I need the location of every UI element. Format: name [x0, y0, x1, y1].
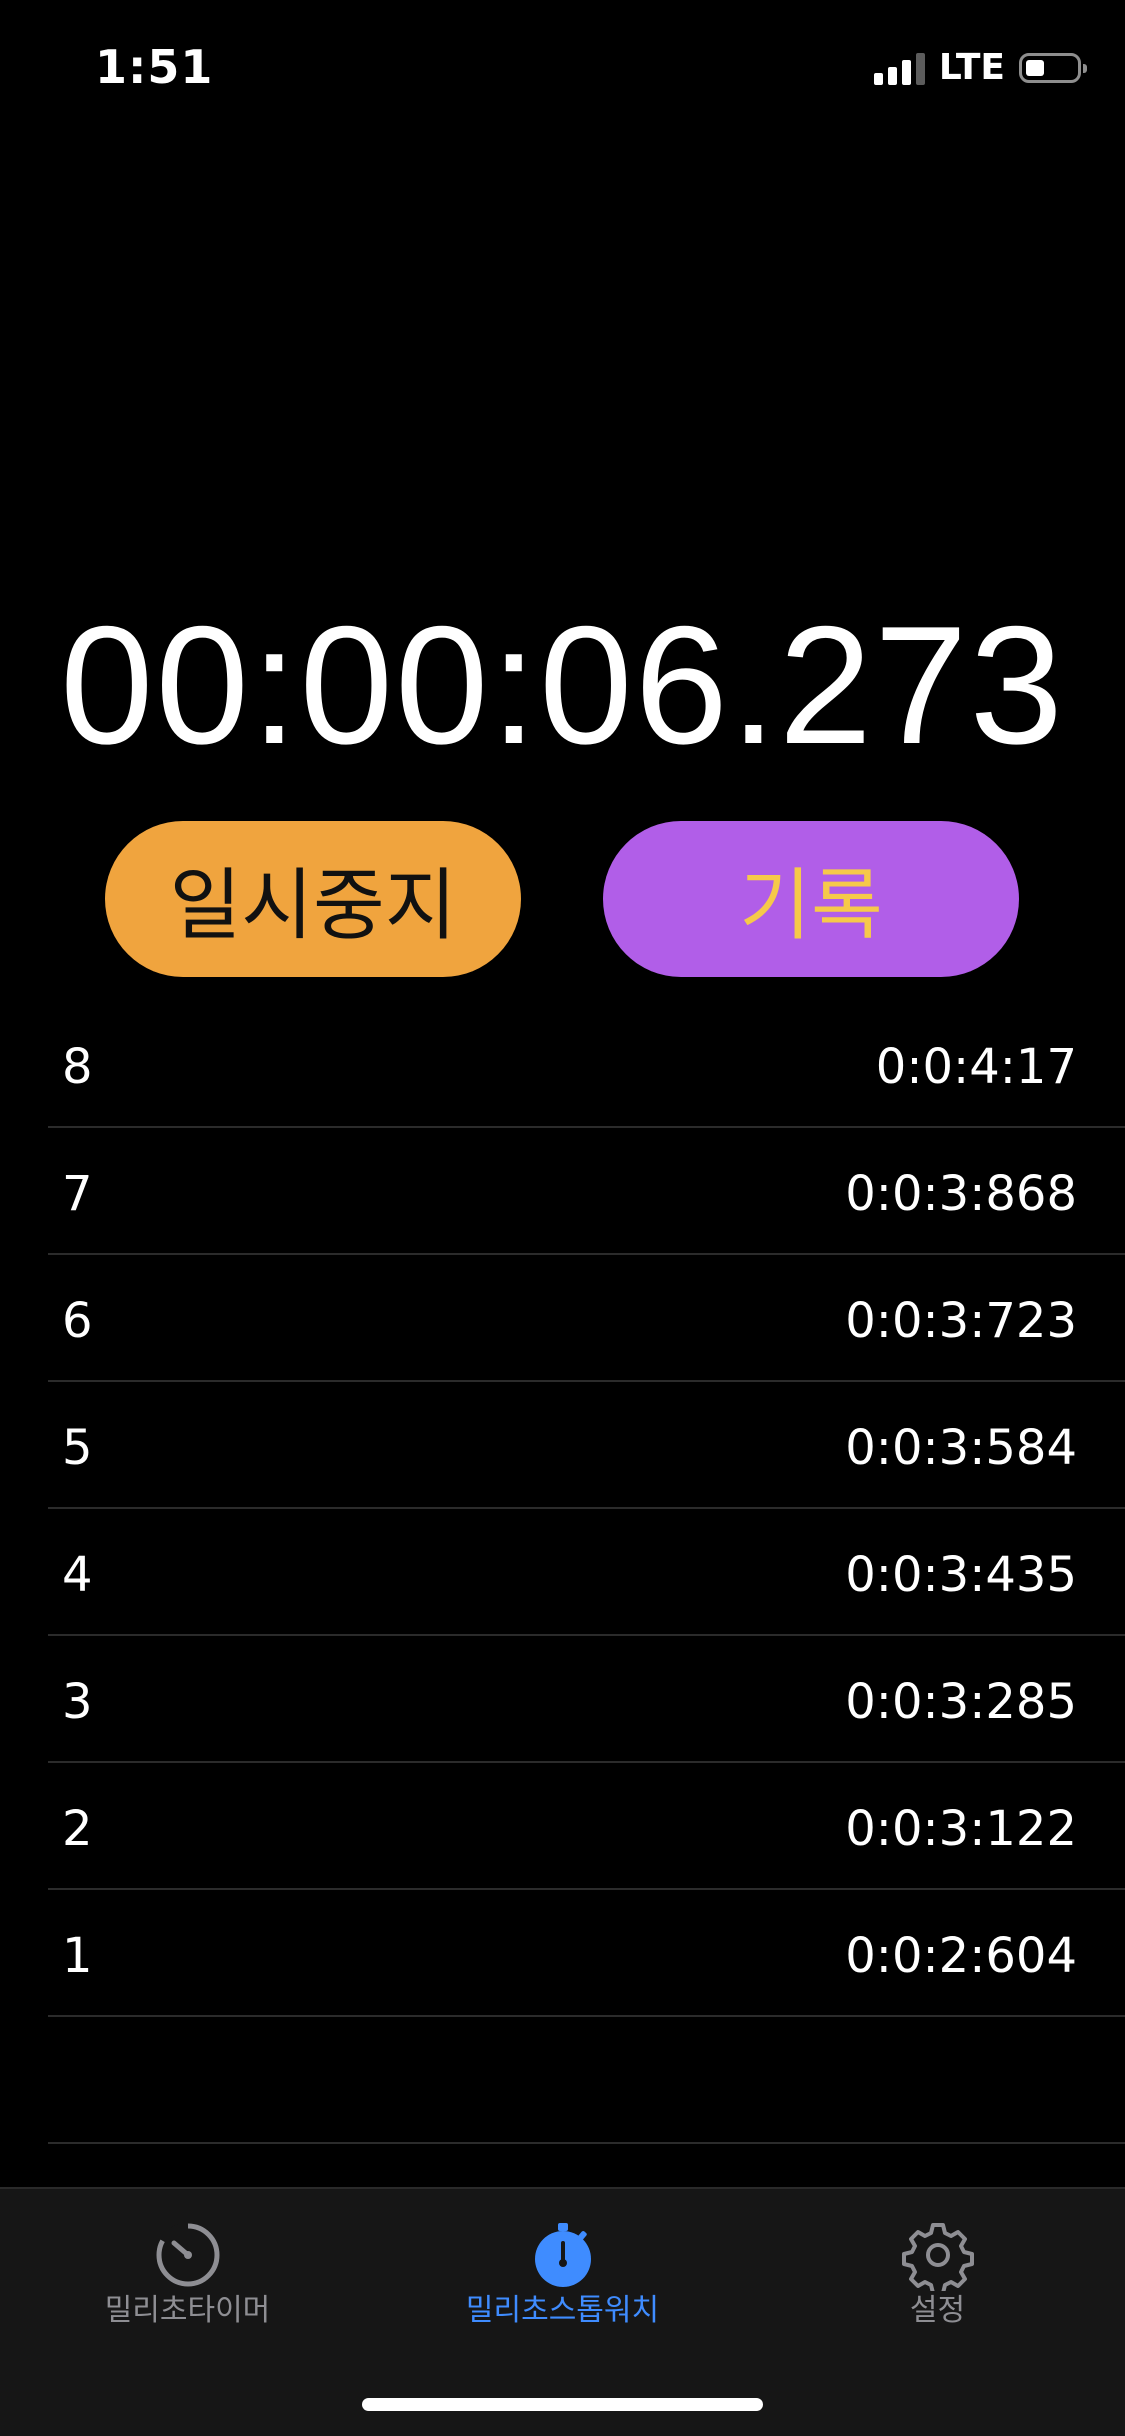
lap-number: 8 — [62, 1039, 93, 1095]
lap-row: 3 0:0:3:285 — [48, 1636, 1125, 1763]
lap-row: 6 0:0:3:723 — [48, 1255, 1125, 1382]
home-indicator[interactable] — [362, 2398, 763, 2411]
lap-number: 7 — [62, 1166, 93, 1222]
lap-number: 1 — [62, 1928, 93, 1984]
lap-time: 0:0:4:17 — [875, 1039, 1077, 1095]
lap-button[interactable]: 기록 — [603, 821, 1019, 977]
battery-icon — [1019, 53, 1087, 83]
tab-millisecond-stopwatch[interactable]: 밀리초스톱워치 — [375, 2189, 750, 2339]
lap-row: 1 0:0:2:604 — [48, 1890, 1125, 2017]
lap-time: 0:0:3:435 — [845, 1547, 1077, 1603]
empty-lap-row — [48, 2017, 1125, 2144]
lap-number: 2 — [62, 1801, 93, 1857]
gear-icon — [901, 2223, 974, 2291]
signal-strength-icon — [873, 51, 925, 85]
status-time: 1:51 — [95, 40, 214, 94]
lap-time: 0:0:3:122 — [845, 1801, 1077, 1857]
status-indicators: LTE — [873, 47, 1087, 88]
status-bar: 1:51 LTE — [0, 0, 1125, 140]
stopwatch-time-display: 00:00:06.273 — [60, 591, 1065, 779]
lap-row: 5 0:0:3:584 — [48, 1382, 1125, 1509]
lap-time: 0:0:2:604 — [845, 1928, 1077, 1984]
lap-row: 7 0:0:3:868 — [48, 1128, 1125, 1255]
lap-time: 0:0:3:285 — [845, 1674, 1077, 1730]
lap-row: 2 0:0:3:122 — [48, 1763, 1125, 1890]
lap-time: 0:0:3:868 — [845, 1166, 1077, 1222]
tab-label: 설정 — [909, 2293, 966, 2328]
tab-label: 밀리초타이머 — [104, 2293, 271, 2328]
lap-row: 8 0:0:4:17 — [48, 1001, 1125, 1128]
tab-label: 밀리초스톱워치 — [465, 2293, 660, 2328]
lap-time: 0:0:3:723 — [845, 1293, 1077, 1349]
lap-time: 0:0:3:584 — [845, 1420, 1077, 1476]
lap-number: 3 — [62, 1674, 93, 1730]
tab-settings[interactable]: 설정 — [750, 2189, 1125, 2339]
lap-number: 5 — [62, 1420, 93, 1476]
lap-number: 6 — [62, 1293, 93, 1349]
lap-number: 4 — [62, 1547, 93, 1603]
network-type: LTE — [938, 47, 1005, 88]
pause-button[interactable]: 일시중지 — [105, 821, 521, 977]
stopwatch-icon — [534, 2223, 591, 2287]
lap-row: 4 0:0:3:435 — [48, 1509, 1125, 1636]
tab-millisecond-timer[interactable]: 밀리초타이머 — [0, 2189, 375, 2339]
lap-list: 8 0:0:4:17 7 0:0:3:868 6 0:0:3:723 5 0:0… — [48, 1001, 1125, 2144]
timer-gauge-icon — [156, 2222, 219, 2287]
